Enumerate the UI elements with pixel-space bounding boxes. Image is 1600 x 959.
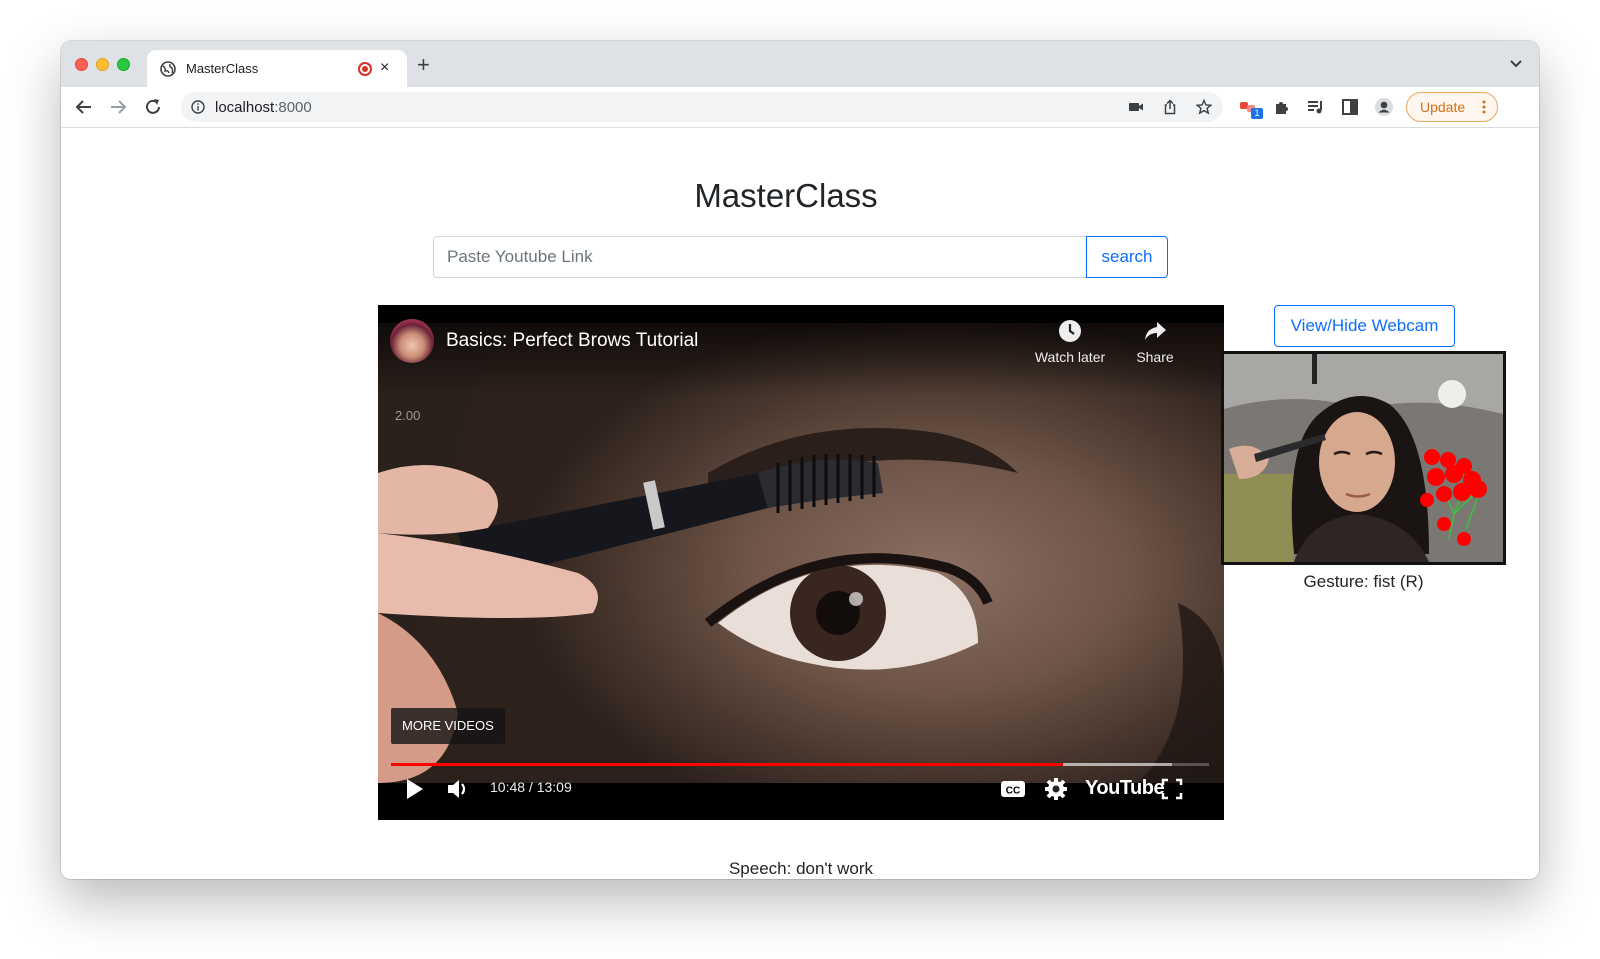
minimize-window-button[interactable]: [96, 58, 109, 71]
webcam-feed: [1221, 351, 1506, 565]
page-content: MasterClass search: [61, 128, 1539, 879]
media-queue-icon[interactable]: [1306, 97, 1326, 117]
playback-speed-label: 2.00: [395, 408, 421, 423]
progress-fill: [391, 763, 1064, 766]
back-arrow-icon[interactable]: [74, 97, 94, 117]
youtube-link-input[interactable]: [433, 236, 1087, 278]
address-bar[interactable]: localhost:8000: [181, 92, 1223, 122]
globe-icon: [160, 61, 176, 77]
side-panel-icon[interactable]: [1340, 97, 1360, 117]
extension-badge: 1: [1251, 108, 1263, 119]
youtube-logo[interactable]: YouTube: [1085, 777, 1165, 800]
recording-indicator-icon: [358, 62, 372, 76]
svg-text:CC: CC: [1006, 786, 1020, 797]
more-options-icon[interactable]: [1482, 100, 1486, 114]
url-text: localhost:8000: [215, 99, 312, 116]
maximize-window-button[interactable]: [117, 58, 130, 71]
progress-bar[interactable]: [391, 763, 1209, 766]
time-display: 10:48 / 13:09: [490, 779, 572, 795]
more-videos-button[interactable]: MORE VIDEOS: [391, 708, 505, 744]
toggle-webcam-button[interactable]: View/Hide Webcam: [1274, 305, 1455, 347]
update-button[interactable]: Update: [1406, 92, 1498, 122]
speech-status: Speech: don't work: [728, 859, 874, 878]
channel-avatar[interactable]: [390, 319, 434, 363]
youtube-player[interactable]: Basics: Perfect Brows Tutorial Watch lat…: [378, 305, 1224, 820]
clock-icon: [1059, 320, 1081, 342]
share-label: Share: [1136, 349, 1174, 365]
url-port: :8000: [274, 99, 312, 116]
captions-icon[interactable]: CC: [1000, 775, 1026, 803]
chevron-down-icon[interactable]: [1509, 59, 1523, 69]
browser-toolbar: localhost:8000 1 Update: [61, 87, 1539, 128]
update-label: Update: [1420, 99, 1466, 115]
play-icon[interactable]: [404, 775, 426, 803]
tab-strip: MasterClass × +: [61, 41, 1539, 87]
share-video-button[interactable]: Share: [1115, 319, 1195, 365]
gear-icon[interactable]: [1043, 775, 1069, 803]
profile-avatar-icon[interactable]: [1374, 97, 1394, 117]
info-icon[interactable]: [191, 100, 205, 114]
fullscreen-icon[interactable]: [1160, 775, 1184, 803]
webcam-image: [1224, 354, 1503, 562]
watch-later-label: Watch later: [1034, 349, 1106, 365]
tab-title: MasterClass: [186, 61, 259, 76]
bookmark-star-icon[interactable]: [1196, 99, 1212, 115]
tab-masterclass[interactable]: MasterClass ×: [147, 50, 407, 87]
tab-close-button[interactable]: ×: [380, 59, 389, 77]
new-tab-button[interactable]: +: [417, 54, 430, 76]
browser-window: MasterClass × + localhost:8000 1 Update …: [61, 41, 1539, 879]
forward-arrow-icon[interactable]: [108, 97, 128, 117]
search-button[interactable]: search: [1086, 236, 1168, 278]
watch-later-button[interactable]: Watch later: [1030, 319, 1110, 365]
volume-icon[interactable]: [446, 775, 470, 803]
share-icon[interactable]: [1162, 99, 1178, 115]
close-window-button[interactable]: [75, 58, 88, 71]
gesture-status: Gesture: fist (R): [1303, 572, 1424, 591]
video-title[interactable]: Basics: Perfect Brows Tutorial: [446, 330, 698, 352]
url-host: localhost: [215, 99, 275, 116]
reload-icon[interactable]: [143, 97, 163, 117]
page-title: MasterClass: [694, 177, 878, 214]
camera-icon[interactable]: [1128, 99, 1144, 115]
share-arrow-icon: [1145, 322, 1166, 340]
puzzle-icon[interactable]: [1272, 97, 1292, 117]
